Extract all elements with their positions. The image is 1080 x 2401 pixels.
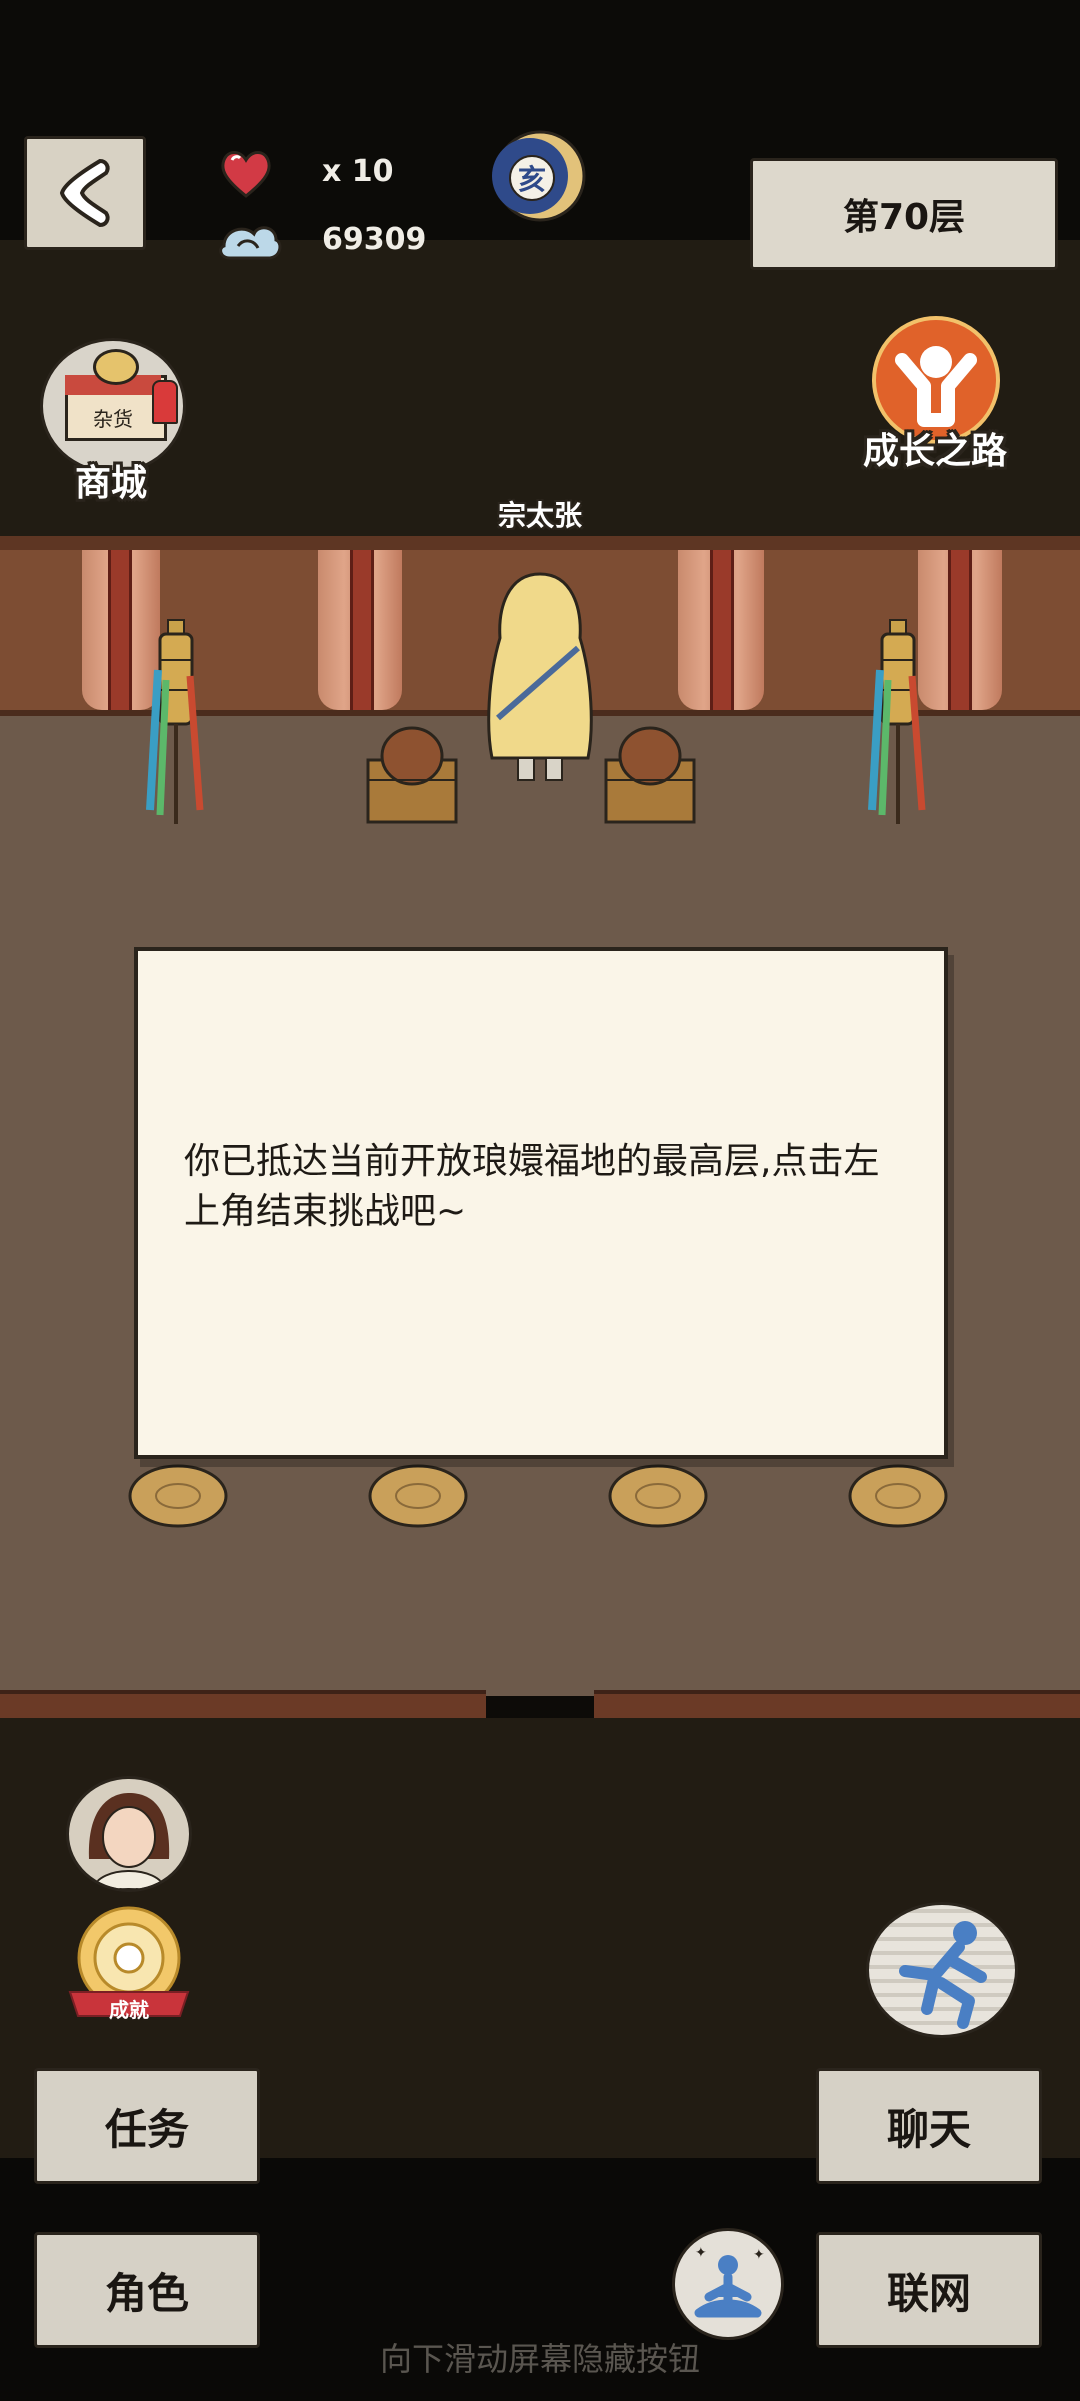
npc-name-label: 宗太张 xyxy=(497,499,582,532)
heart-icon xyxy=(221,151,271,198)
back-button[interactable] xyxy=(24,136,146,250)
currency-amount: 69309 xyxy=(322,222,427,257)
moon-badge-icon[interactable]: 亥 xyxy=(492,128,588,224)
growth-road-label: 成长之路 xyxy=(862,431,1007,472)
cushion-icon xyxy=(848,1464,948,1528)
dialog-message: 你已抵达当前开放琅嬛福地的最高层,点击左上角结束挑战吧~ xyxy=(184,1141,880,1232)
growth-road-shortcut[interactable]: 成长之路 xyxy=(860,316,1010,476)
floor-level-badge[interactable]: 第70层 xyxy=(750,158,1058,270)
chair-icon xyxy=(604,726,696,824)
running-figure-icon xyxy=(899,1921,987,2029)
pillar xyxy=(948,550,972,710)
shop-sign: 杂货 xyxy=(93,407,133,431)
pillar xyxy=(710,550,734,710)
lives-count: x 10 xyxy=(322,154,394,189)
cushion-icon xyxy=(128,1464,228,1528)
auto-run-button[interactable] xyxy=(866,1902,1018,2038)
message-dialog[interactable]: 你已抵达当前开放琅嬛福地的最高层,点击左上角结束挑战吧~ xyxy=(134,947,948,1459)
cushion-icon xyxy=(368,1464,468,1528)
svg-text:✦: ✦ xyxy=(753,2247,765,2263)
shop-label: 商城 xyxy=(74,463,147,504)
pillar xyxy=(350,550,374,710)
role-button[interactable]: 角色 xyxy=(34,2232,260,2348)
task-button[interactable]: 任务 xyxy=(34,2068,260,2184)
npc-character[interactable] xyxy=(478,568,602,788)
cloud-currency-icon xyxy=(219,226,282,260)
meditation-button[interactable]: ✦ ✦ xyxy=(672,2228,784,2340)
alert-icon xyxy=(152,380,178,424)
svg-text:✦: ✦ xyxy=(695,2245,707,2261)
hide-buttons-hint: 向下滑动屏幕隐藏按钮 xyxy=(379,2340,700,2378)
shop-shortcut[interactable]: 杂货 商城 xyxy=(36,338,186,504)
chevron-left-icon xyxy=(59,158,110,228)
meditation-icon: ✦ ✦ xyxy=(694,2245,765,2318)
prayer-wheel-icon xyxy=(146,619,204,824)
moon-badge-char: 亥 xyxy=(517,163,546,196)
chat-button[interactable]: 聊天 xyxy=(816,2068,1042,2184)
character-avatar[interactable] xyxy=(66,1776,192,1892)
prayer-wheel-icon xyxy=(868,619,926,824)
cushion-icon xyxy=(608,1464,708,1528)
achievement-button[interactable]: 成就 xyxy=(64,1900,194,2026)
network-button[interactable]: 联网 xyxy=(816,2232,1042,2348)
achievement-label: 成就 xyxy=(109,1998,149,2022)
pillar xyxy=(108,550,132,710)
chair-icon xyxy=(366,726,458,824)
